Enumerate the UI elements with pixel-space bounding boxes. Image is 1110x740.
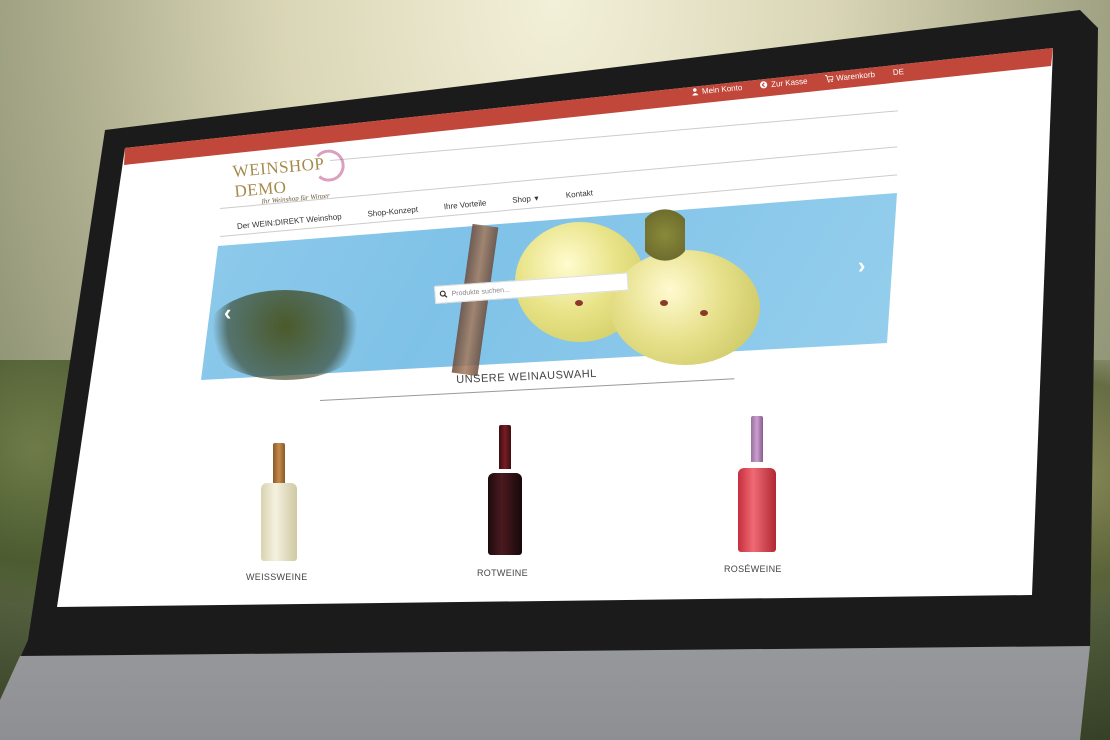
product-red-wine[interactable] (488, 425, 522, 555)
product-label-white[interactable]: WEISSWEINE (246, 572, 308, 582)
bottle-neck (499, 425, 511, 469)
cart-icon (824, 75, 834, 83)
bottle-body (738, 468, 776, 552)
bottle-body (488, 473, 522, 555)
product-label-rose[interactable]: ROSÉWEINE (724, 564, 782, 574)
hero-grape-stem (645, 205, 685, 265)
monitor: Mein Konto Zur Kasse Warenkorb DE WEINSH… (0, 0, 1110, 740)
search-icon (439, 290, 448, 298)
product-label-red[interactable]: ROTWEINE (477, 568, 528, 578)
account-link[interactable]: Mein Konto (691, 82, 743, 96)
nav-item-kontakt[interactable]: Kontakt (565, 188, 593, 200)
nav-item-shop[interactable]: Shop ▼ (512, 193, 541, 205)
web-page: Mein Konto Zur Kasse Warenkorb DE WEINSH… (0, 0, 1110, 740)
checkout-label: Zur Kasse (770, 76, 808, 89)
shop-logo[interactable]: WEINSHOP DEMO Ihr Weinshop für Winzer (232, 148, 375, 206)
bottle-body (261, 483, 297, 561)
arrow-circle-icon (760, 81, 768, 89)
product-rose-wine[interactable] (738, 416, 776, 552)
bottle-neck (273, 443, 285, 483)
nav-item-shop-konzept[interactable]: Shop-Konzept (367, 204, 418, 218)
checkout-link[interactable]: Zur Kasse (760, 76, 808, 90)
grape-spot (660, 300, 668, 306)
grape-spot (575, 300, 583, 306)
language-selector[interactable]: DE (892, 67, 904, 77)
search-placeholder: Produkte suchen... (451, 286, 511, 298)
hero-grape (610, 250, 760, 365)
cart-link[interactable]: Warenkorb (824, 69, 876, 83)
cart-label: Warenkorb (835, 69, 876, 83)
user-icon (692, 88, 699, 96)
nav-item-shop-label: Shop (511, 193, 532, 205)
grape-spot (700, 310, 708, 316)
top-navigation: Mein Konto Zur Kasse Warenkorb DE (690, 59, 931, 102)
nav-item-weinshop[interactable]: Der WEIN:DIREKT Weinshop (237, 212, 342, 231)
slider-prev-arrow-icon[interactable]: ‹ (224, 300, 231, 326)
account-label: Mein Konto (701, 82, 743, 96)
chevron-down-icon: ▼ (532, 194, 541, 203)
nav-item-vorteile[interactable]: Ihre Vorteile (443, 198, 486, 211)
slider-next-arrow-icon[interactable]: › (858, 253, 865, 279)
bottle-neck (751, 416, 763, 462)
product-white-wine[interactable] (261, 443, 297, 561)
